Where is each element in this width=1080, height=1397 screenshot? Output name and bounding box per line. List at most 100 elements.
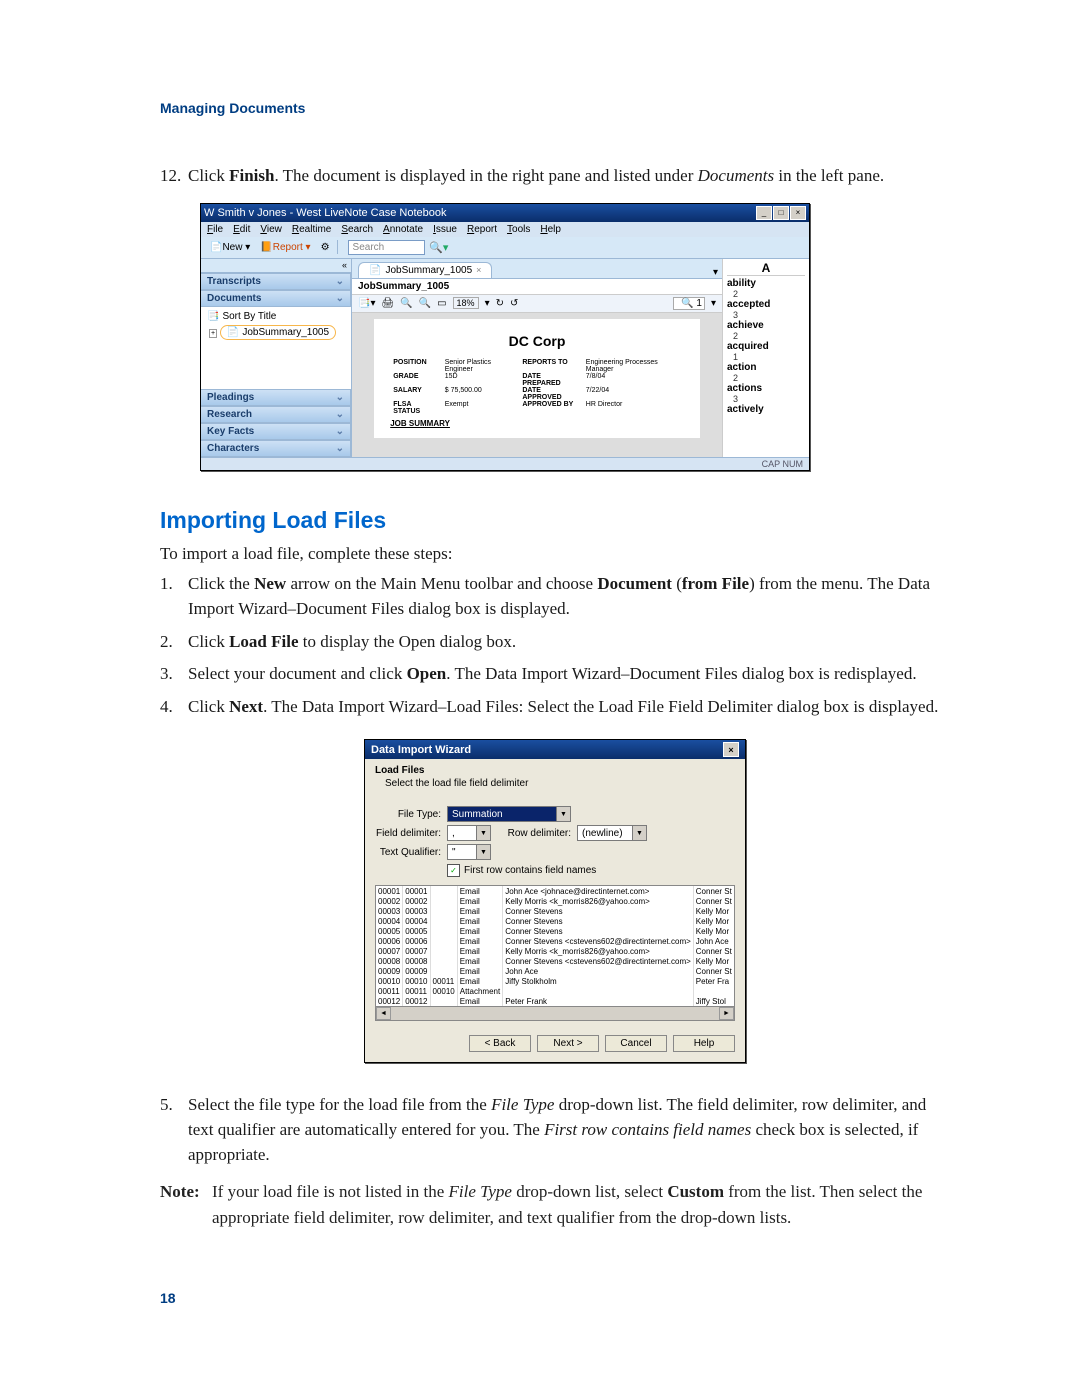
index-word[interactable]: achieve (727, 320, 805, 331)
status-bar: CAP NUM (201, 457, 809, 470)
index-count: 1 (727, 352, 805, 362)
word-index-panel: A ability2accepted3achieve2acquired1acti… (722, 259, 809, 457)
step-text: Select the file type for the load file f… (188, 1093, 950, 1167)
text-qualifier-select[interactable]: " (447, 844, 477, 860)
tool-icon[interactable]: 🖨 (381, 298, 394, 309)
preview-grid: 0000100001EmailJohn Ace <johnace@directi… (375, 885, 735, 1007)
dropdown-icon[interactable]: ▼ (477, 844, 491, 860)
index-word[interactable]: action (727, 362, 805, 373)
close-icon[interactable]: × (723, 742, 739, 757)
page-dropdown-icon[interactable]: ▾ (711, 298, 716, 309)
first-row-checkbox[interactable]: ✓ (447, 864, 460, 877)
menu-annotate[interactable]: Annotate (383, 224, 423, 235)
help-button[interactable]: Help (673, 1035, 735, 1052)
table-row: 0001200012EmailPeter FrankJiffy Stol (376, 996, 734, 1006)
index-word[interactable]: acquired (727, 341, 805, 352)
menu-view[interactable]: View (260, 224, 282, 235)
index-count: 3 (727, 394, 805, 404)
file-type-select[interactable]: Summation (447, 806, 557, 822)
intro-text: To import a load file, complete these st… (160, 542, 950, 567)
index-word[interactable]: accepted (727, 299, 805, 310)
document-tab[interactable]: 📄JobSummary_1005× (358, 262, 492, 278)
table-row: 0000400004EmailConner StevensKelly Mor (376, 916, 734, 926)
row-delimiter-select[interactable]: (newline) (577, 825, 633, 841)
fit-icon[interactable]: ▭ (437, 298, 446, 309)
menu-search[interactable]: Search (341, 224, 373, 235)
dropdown-icon[interactable]: ▼ (477, 825, 491, 841)
document-toolbar: 📑▾ 🖨 🔍 🔍 ▭ 18%▾ ↻ ↺ 🔍 1 ▾ (352, 295, 722, 313)
tab-dropdown-icon[interactable]: ▾ (709, 267, 722, 278)
panel-research[interactable]: Research⌄ (201, 406, 351, 423)
menu-tools[interactable]: Tools (507, 224, 530, 235)
table-row: 0000200002EmailKelly Morris <k_morris826… (376, 896, 734, 906)
panel-characters[interactable]: Characters⌄ (201, 440, 351, 457)
menu-help[interactable]: Help (540, 224, 561, 235)
zoom-value[interactable]: 18% (453, 297, 479, 309)
section-heading: Importing Load Files (160, 507, 950, 534)
cancel-button[interactable]: Cancel (605, 1035, 667, 1052)
menu-bar: File Edit View Realtime Search Annotate … (201, 222, 809, 237)
text-qualifier-label: Text Qualifier: (375, 847, 447, 858)
rotate-icon[interactable]: ↻ (496, 298, 504, 309)
sort-by-title[interactable]: 📑 Sort By Title (207, 310, 345, 323)
zoom-out-icon[interactable]: 🔍 (419, 298, 431, 309)
menu-edit[interactable]: Edit (233, 224, 250, 235)
toolbar-icon[interactable]: ⚙ (318, 241, 333, 254)
table-row: 0000100001EmailJohn Ace <johnace@directi… (376, 886, 734, 896)
next-button[interactable]: Next > (537, 1035, 599, 1052)
running-header: Managing Documents (160, 100, 950, 116)
step-number: 1. (160, 572, 188, 621)
index-word[interactable]: actions (727, 383, 805, 394)
dropdown-icon[interactable]: ▼ (633, 825, 647, 841)
report-button[interactable]: 📙Report ▾ (257, 241, 313, 254)
maximize-icon[interactable]: □ (773, 206, 789, 220)
page-input[interactable]: 🔍 1 (673, 297, 705, 310)
menu-realtime[interactable]: Realtime (292, 224, 331, 235)
step-number: 4. (160, 695, 188, 720)
panel-pleadings[interactable]: Pleadings⌄ (201, 389, 351, 406)
tab-close-icon[interactable]: × (476, 265, 481, 275)
horizontal-scrollbar[interactable]: ◄ ► (375, 1007, 735, 1021)
field-delimiter-select[interactable]: , (447, 825, 477, 841)
first-row-checkbox-label: First row contains field names (464, 865, 596, 876)
table-row: 0000600006EmailConner Stevens <cstevens6… (376, 936, 734, 946)
step-number: 5. (160, 1093, 188, 1167)
search-icon[interactable]: 🔍▾ (429, 241, 448, 254)
close-icon[interactable]: × (790, 206, 806, 220)
step-text: Click the New arrow on the Main Menu too… (188, 572, 950, 621)
back-button[interactable]: < Back (469, 1035, 531, 1052)
page-number: 18 (160, 1290, 950, 1306)
index-word[interactable]: ability (727, 278, 805, 289)
minimize-icon[interactable]: _ (756, 206, 772, 220)
rotate-icon[interactable]: ↺ (510, 298, 518, 309)
table-row: 0000300003EmailConner StevensKelly Mor (376, 906, 734, 916)
search-input[interactable]: Search (348, 240, 426, 255)
window-title: W Smith v Jones - West LiveNote Case Not… (204, 207, 447, 219)
dropdown-icon[interactable]: ▼ (557, 806, 571, 822)
window-titlebar: W Smith v Jones - West LiveNote Case Not… (201, 204, 809, 222)
panel-keyfacts[interactable]: Key Facts⌄ (201, 423, 351, 440)
screenshot-application-window: W Smith v Jones - West LiveNote Case Not… (200, 203, 810, 471)
index-letter: A (727, 261, 805, 276)
scroll-right-icon[interactable]: ► (719, 1007, 734, 1020)
document-viewport: DC Corp POSITIONSenior Plastics Engineer… (352, 313, 722, 457)
panel-transcripts[interactable]: Transcripts⌄ (201, 273, 351, 290)
wizard-subtitle: Select the load file field delimiter (375, 776, 735, 803)
menu-report[interactable]: Report (467, 224, 497, 235)
menu-issue[interactable]: Issue (433, 224, 457, 235)
doc-section-heading: JOB SUMMARY (390, 419, 684, 428)
document-item-selected[interactable]: 📄JobSummary_1005 (220, 325, 336, 340)
document-subtitle: JobSummary_1005 (352, 279, 722, 295)
tool-icon[interactable]: 📑▾ (358, 298, 375, 309)
new-button[interactable]: 📄New ▾ (207, 241, 253, 254)
panel-documents[interactable]: Documents⌄ (201, 290, 351, 307)
menu-file[interactable]: File (207, 224, 223, 235)
collapse-icon[interactable]: « (342, 260, 347, 270)
table-row: 0000700007EmailKelly Morris <k_morris826… (376, 946, 734, 956)
index-count: 2 (727, 331, 805, 341)
doc-company: DC Corp (390, 333, 684, 349)
step-text: Click Load File to display the Open dial… (188, 630, 950, 655)
scroll-left-icon[interactable]: ◄ (376, 1007, 391, 1020)
index-word[interactable]: actively (727, 404, 805, 415)
zoom-in-icon[interactable]: 🔍 (400, 298, 412, 309)
